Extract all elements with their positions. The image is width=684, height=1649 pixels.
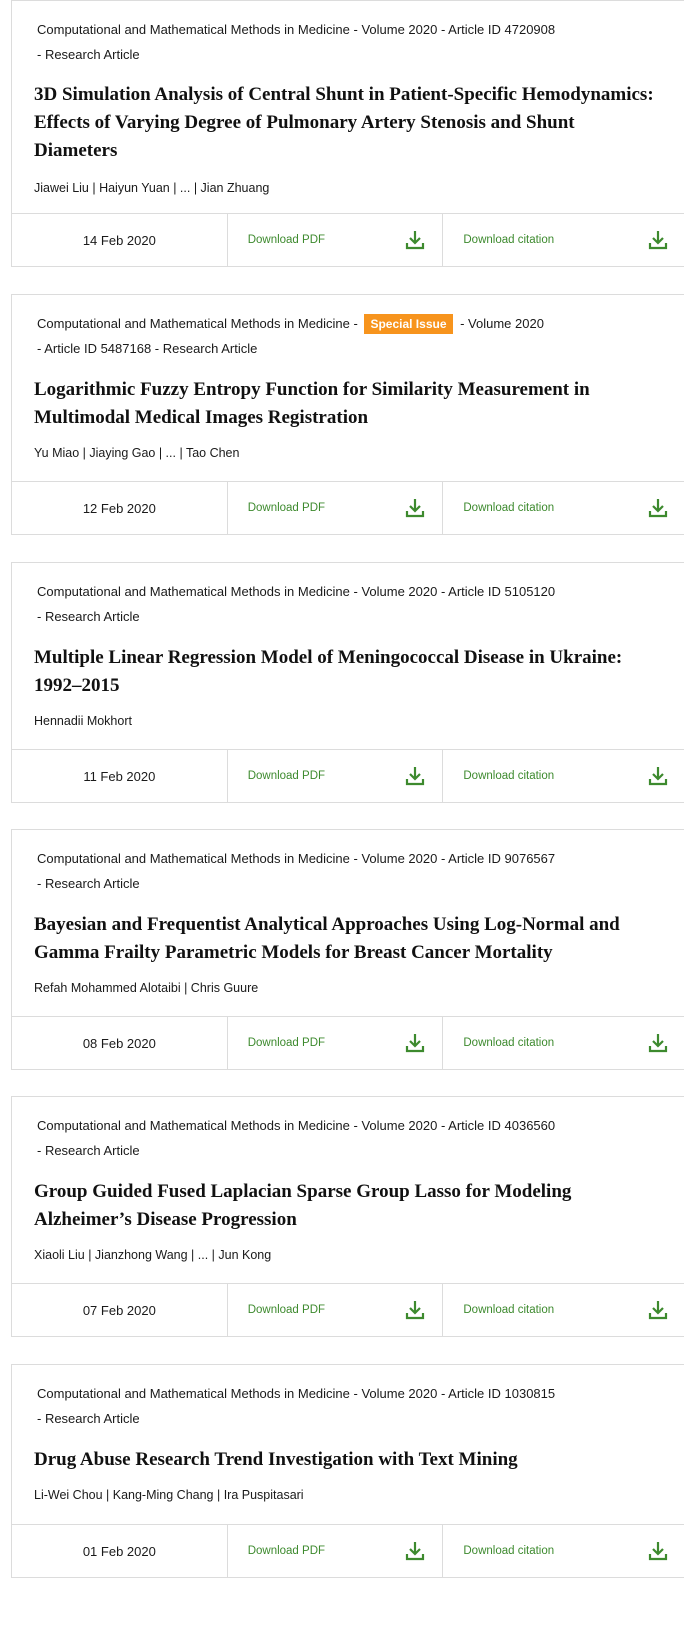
- article-title[interactable]: Drug Abuse Research Trend Investigation …: [12, 1446, 684, 1474]
- article-meta: Computational and Mathematical Methods i…: [12, 295, 684, 361]
- special-issue-badge[interactable]: Special Issue: [364, 314, 453, 334]
- download-arrow-icon[interactable]: [647, 1299, 669, 1321]
- article-meta: Computational and Mathematical Methods i…: [12, 1365, 684, 1431]
- article-authors: Jiawei Liu | Haiyun Yuan | ... | Jian Zh…: [34, 181, 270, 195]
- meta-line-2: - Research Article: [37, 1143, 140, 1158]
- download-pdf-label[interactable]: Download PDF: [248, 502, 325, 514]
- publication-date: 07 Feb 2020: [12, 1284, 228, 1336]
- download-pdf-label[interactable]: Download PDF: [248, 1545, 325, 1557]
- article-card: Computational and Mathematical Methods i…: [11, 829, 684, 1070]
- publication-date: 14 Feb 2020: [12, 214, 228, 266]
- download-arrow-icon[interactable]: [647, 1540, 669, 1562]
- download-arrow-icon[interactable]: [647, 765, 669, 787]
- download-arrow-icon[interactable]: [404, 1299, 426, 1321]
- download-citation-label[interactable]: Download citation: [463, 1545, 554, 1557]
- download-arrow-icon[interactable]: [647, 497, 669, 519]
- article-title[interactable]: Bayesian and Frequentist Analytical Appr…: [12, 911, 684, 967]
- publication-date: 08 Feb 2020: [12, 1017, 228, 1069]
- article-card: Computational and Mathematical Methods i…: [11, 562, 684, 803]
- publication-date: 11 Feb 2020: [12, 750, 228, 802]
- article-authors: Li-Wei Chou | Kang-Ming Chang | Ira Pusp…: [34, 1488, 304, 1502]
- article-footer: 14 Feb 2020 Download PDF Download citati…: [12, 213, 684, 266]
- article-meta: Computational and Mathematical Methods i…: [12, 1097, 684, 1163]
- download-arrow-icon[interactable]: [647, 229, 669, 251]
- publication-date: 01 Feb 2020: [12, 1525, 228, 1577]
- article-footer: 08 Feb 2020 Download PDF Download citati…: [12, 1016, 684, 1069]
- download-citation-button[interactable]: Download citation: [443, 750, 684, 802]
- meta-line-2: - Research Article: [37, 609, 140, 624]
- download-pdf-button[interactable]: Download PDF: [228, 1017, 444, 1069]
- article-title[interactable]: 3D Simulation Analysis of Central Shunt …: [12, 81, 684, 165]
- article-footer: 11 Feb 2020 Download PDF Download citati…: [12, 749, 684, 802]
- download-pdf-label[interactable]: Download PDF: [248, 1304, 325, 1316]
- download-citation-button[interactable]: Download citation: [443, 214, 684, 266]
- download-citation-button[interactable]: Download citation: [443, 482, 684, 534]
- download-pdf-label[interactable]: Download PDF: [248, 234, 325, 246]
- article-meta: Computational and Mathematical Methods i…: [12, 563, 684, 629]
- article-authors: Hennadii Mokhort: [34, 714, 132, 728]
- article-footer: 12 Feb 2020 Download PDF Download citati…: [12, 481, 684, 534]
- article-footer: 01 Feb 2020 Download PDF Download citati…: [12, 1524, 684, 1577]
- download-citation-button[interactable]: Download citation: [443, 1017, 684, 1069]
- download-arrow-icon[interactable]: [404, 765, 426, 787]
- article-card: Computational and Mathematical Methods i…: [11, 0, 684, 267]
- article-card: Computational and Mathematical Methods i…: [11, 294, 684, 535]
- article-card: Computational and Mathematical Methods i…: [11, 1096, 684, 1337]
- download-pdf-button[interactable]: Download PDF: [228, 1284, 444, 1336]
- meta-line-2: - Research Article: [37, 1411, 140, 1426]
- download-pdf-label[interactable]: Download PDF: [248, 1037, 325, 1049]
- meta-line-1: Computational and Mathematical Methods i…: [37, 1118, 556, 1133]
- download-citation-label[interactable]: Download citation: [463, 1037, 554, 1049]
- article-authors: Refah Mohammed Alotaibi | Chris Guure: [34, 981, 259, 995]
- download-pdf-button[interactable]: Download PDF: [228, 482, 444, 534]
- download-pdf-button[interactable]: Download PDF: [228, 1525, 444, 1577]
- article-authors: Xiaoli Liu | Jianzhong Wang | ... | Jun …: [34, 1248, 272, 1262]
- download-arrow-icon[interactable]: [404, 229, 426, 251]
- article-title[interactable]: Multiple Linear Regression Model of Meni…: [12, 644, 684, 700]
- meta-line-1: Computational and Mathematical Methods i…: [37, 851, 556, 866]
- article-footer: 07 Feb 2020 Download PDF Download citati…: [12, 1283, 684, 1336]
- meta-journal: Computational and Mathematical Methods i…: [37, 316, 362, 331]
- download-citation-label[interactable]: Download citation: [463, 1304, 554, 1316]
- meta-line-2: - Research Article: [37, 876, 140, 891]
- download-arrow-icon[interactable]: [647, 1032, 669, 1054]
- download-pdf-label[interactable]: Download PDF: [248, 770, 325, 782]
- download-arrow-icon[interactable]: [404, 1032, 426, 1054]
- article-meta: Computational and Mathematical Methods i…: [12, 1, 684, 67]
- meta-line-1: Computational and Mathematical Methods i…: [37, 584, 556, 599]
- meta-line-1: Computational and Mathematical Methods i…: [37, 22, 556, 37]
- meta-line-2: - Research Article: [37, 47, 140, 62]
- download-pdf-button[interactable]: Download PDF: [228, 214, 444, 266]
- download-citation-label[interactable]: Download citation: [463, 234, 554, 246]
- article-authors: Yu Miao | Jiaying Gao | ... | Tao Chen: [34, 446, 240, 460]
- download-citation-label[interactable]: Download citation: [463, 770, 554, 782]
- meta-line-1: Computational and Mathematical Methods i…: [37, 1386, 556, 1401]
- article-card: Computational and Mathematical Methods i…: [11, 1364, 684, 1578]
- meta-line-2: - Article ID 5487168 - Research Article: [37, 341, 258, 356]
- article-meta: Computational and Mathematical Methods i…: [12, 830, 684, 896]
- publication-date: 12 Feb 2020: [12, 482, 228, 534]
- download-citation-button[interactable]: Download citation: [443, 1284, 684, 1336]
- download-pdf-button[interactable]: Download PDF: [228, 750, 444, 802]
- meta-line-1: Computational and Mathematical Methods i…: [37, 311, 654, 336]
- download-citation-label[interactable]: Download citation: [463, 502, 554, 514]
- download-arrow-icon[interactable]: [404, 1540, 426, 1562]
- download-arrow-icon[interactable]: [404, 497, 426, 519]
- download-citation-button[interactable]: Download citation: [443, 1525, 684, 1577]
- meta-volume: - Volume 2020: [456, 316, 544, 331]
- article-title[interactable]: Logarithmic Fuzzy Entropy Function for S…: [12, 376, 684, 432]
- article-title[interactable]: Group Guided Fused Laplacian Sparse Grou…: [12, 1178, 684, 1234]
